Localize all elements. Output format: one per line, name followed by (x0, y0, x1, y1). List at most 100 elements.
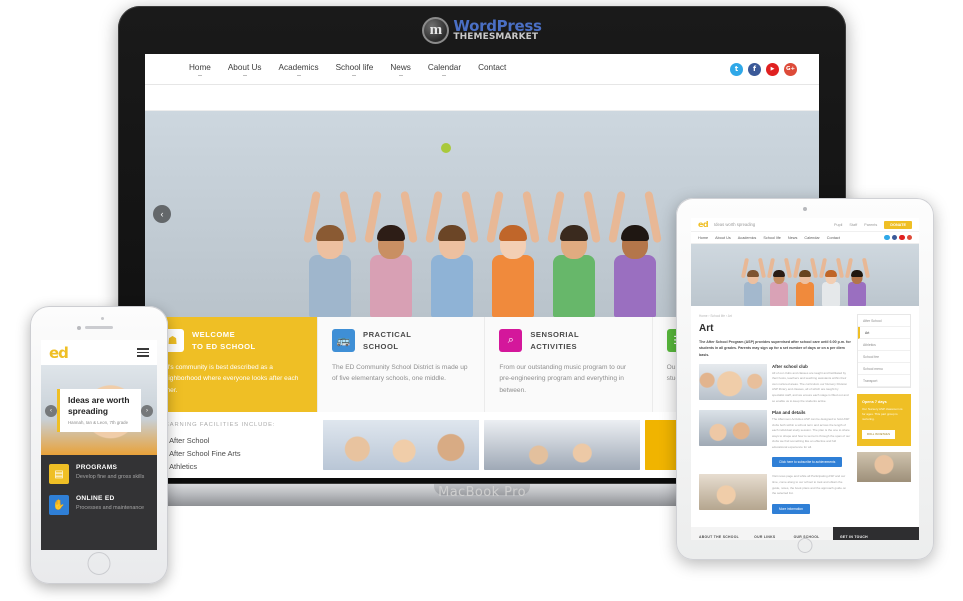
iphone-screen: ed Ideas are worth spreading Hannah, Ian… (41, 340, 157, 550)
ipad-screen: ed Ideas worth spreading Pupil Staff Par… (691, 218, 919, 540)
tagline: Ideas worth spreading (713, 222, 756, 227)
promo-button[interactable]: ROLL IN DETAILS (862, 429, 896, 439)
nav-item-contact[interactable]: Contact (478, 63, 506, 76)
facebook-icon[interactable] (891, 234, 897, 241)
article-block: Visit news page and while all Participat… (699, 474, 851, 514)
block-body: The Afternoon Activities ASP can be desi… (772, 417, 851, 449)
tablet-nav-item-about-us[interactable]: About Us (715, 236, 731, 240)
feature-sensorial-activities[interactable]: ⌕ SENSORIAL ACTIVITIES From our outstand… (485, 317, 653, 412)
youtube-icon[interactable] (899, 234, 905, 241)
mobile-slide-title: Ideas are worth spreading (68, 395, 130, 416)
mobile-slider-prev-button[interactable]: ‹ (45, 405, 57, 417)
googleplus-icon[interactable] (906, 234, 912, 241)
facebook-icon[interactable]: f (748, 62, 761, 76)
subscribe-button[interactable]: Click here to subscribe to achievements (772, 457, 843, 468)
tablet-content: Home › School life › Art Art The After S… (691, 306, 919, 521)
mobile-card-programs[interactable]: ▤ PROGRAMS Develop fine and gross skills (49, 464, 149, 484)
tablet-nav-item-news[interactable]: News (788, 236, 798, 240)
watermark-line1: WordPress (453, 16, 542, 35)
feature-practical-school[interactable]: 🚌 PRACTICAL SCHOOL The ED Community Scho… (318, 317, 486, 412)
sidebar-item-transport[interactable]: Transport (858, 375, 910, 387)
twitter-icon[interactable]: t (730, 62, 743, 76)
mobile-card-online-ed[interactable]: ✋ ONLINE ED Processes and maintenance (49, 495, 149, 515)
nav-item-school-life[interactable]: School life (336, 63, 374, 76)
page-title: Art (699, 323, 714, 334)
hamburger-icon[interactable] (137, 348, 149, 357)
nav-item-news[interactable]: News (390, 63, 410, 76)
youtube-icon[interactable]: ▶ (766, 62, 779, 76)
watermark-line2: THEMESMARKET (453, 31, 539, 42)
donate-button[interactable]: DONATE (884, 220, 912, 229)
desktop-navbar: Home About Us Academics School life News… (145, 54, 819, 85)
sidebar-item-school-fee[interactable]: School fee (858, 351, 910, 363)
feature-welcome[interactable]: ☗ WELCOME TO ED SCHOOL Ed's community is… (145, 317, 317, 412)
mobile-header: ed (41, 340, 157, 365)
kids-classroom-photo (699, 363, 767, 400)
mobile-slider-next-button[interactable]: › (141, 405, 153, 417)
ed-logo[interactable]: ed (698, 220, 709, 229)
raised-hands-photo[interactable] (484, 420, 640, 470)
ipad-home-button[interactable] (797, 538, 813, 553)
article-block: After school club All of our clubs and c… (699, 363, 851, 404)
googleplus-icon[interactable]: G+ (784, 62, 797, 76)
desktop-nav-list: Home About Us Academics School life News… (189, 63, 730, 76)
top-link-staff[interactable]: Staff (849, 223, 857, 227)
facility-label: After School Fine Arts (169, 448, 241, 458)
twitter-icon[interactable] (884, 234, 890, 241)
iphone-home-button[interactable] (87, 552, 111, 575)
footer-contact: GET IN TOUCH ●ED Ed England ●St. Middles… (833, 526, 919, 540)
sidebar-portrait-photo (857, 452, 911, 483)
search-icon: ⌕ (499, 329, 523, 352)
top-link-parents[interactable]: Parents (864, 223, 877, 227)
mobile-card-desc: Develop fine and gross skills (76, 474, 145, 480)
ipad-device: ed Ideas worth spreading Pupil Staff Par… (676, 198, 934, 560)
tablet-nav-item-academics[interactable]: Academics (738, 236, 757, 240)
m-circle-icon: m (422, 16, 450, 44)
apple-prop-icon (441, 143, 451, 153)
footer-contact-heading: GET IN TOUCH (840, 534, 868, 539)
watermark-area: m WordPress THEMESMARKET (118, 6, 846, 54)
tablet-nav-item-school-life[interactable]: School life (763, 236, 781, 240)
hand-icon: ✋ (49, 495, 69, 515)
nav-item-academics[interactable]: Academics (279, 63, 319, 76)
tablet-social-links (884, 234, 912, 241)
sidebar-item-school-menu[interactable]: School menu (858, 363, 910, 375)
tablet-nav-item-calendar[interactable]: Calendar (804, 236, 819, 240)
students-talking-photo[interactable] (323, 420, 479, 470)
mobile-card-title: PROGRAMS (76, 464, 118, 471)
facilities-label: LEARNING FACILITIES INCLUDE: (161, 422, 276, 428)
facility-label: After School (169, 436, 210, 445)
article-block: Plan and details The Afternoon Activitie… (699, 410, 851, 468)
mobile-card-title: ONLINE ED (76, 495, 115, 502)
facility-label: Athletics (169, 461, 198, 471)
sidebar-item-after-school[interactable]: After School (858, 315, 910, 327)
tablet-nav-item-contact[interactable]: Contact (827, 236, 840, 240)
nav-item-calendar[interactable]: Calendar (428, 63, 461, 76)
secondary-bar (145, 85, 819, 111)
tablet-hero-photo (691, 244, 919, 306)
more-information-button[interactable]: More information (772, 503, 810, 514)
sidebar-item-athletics[interactable]: Athletics (858, 339, 910, 351)
bus-icon: 🚌 (332, 329, 355, 352)
ipad-camera (803, 207, 807, 211)
promo-text: Our Nursery ASP classroom is for ages. T… (862, 407, 903, 422)
iphone-speaker (85, 326, 113, 329)
tablet-top-links: Pupil Staff Parents DONATE (834, 220, 912, 229)
feature-title-line1: SENSORIAL (530, 330, 580, 339)
ed-logo[interactable]: ed (49, 344, 69, 362)
learning-facilities: LEARNING FACILITIES INCLUDE: –After Scho… (145, 412, 317, 478)
footer-links-heading: OUR LINKS (754, 534, 776, 539)
slider-prev-button[interactable]: ‹ (153, 205, 171, 223)
block-body: All of our clubs and classes are taught … (772, 370, 849, 403)
sidebar-item-art[interactable]: Art (858, 327, 910, 339)
nav-item-about-us[interactable]: About Us (228, 63, 262, 76)
crafts-photo (699, 474, 767, 511)
mobile-cards: ▤ PROGRAMS Develop fine and gross skills… (41, 455, 157, 550)
feature-title-line2: ACTIVITIES (530, 341, 578, 351)
top-link-pupil[interactable]: Pupil (834, 223, 842, 227)
nav-item-home[interactable]: Home (189, 63, 211, 76)
mobile-slide-caption: Hannah, Ian & Leon, 7th grade (68, 420, 129, 425)
tablet-header: ed Ideas worth spreading Pupil Staff Par… (691, 218, 919, 232)
tablet-nav-item-home[interactable]: Home (698, 236, 708, 240)
block-heading: After school club (772, 363, 808, 369)
